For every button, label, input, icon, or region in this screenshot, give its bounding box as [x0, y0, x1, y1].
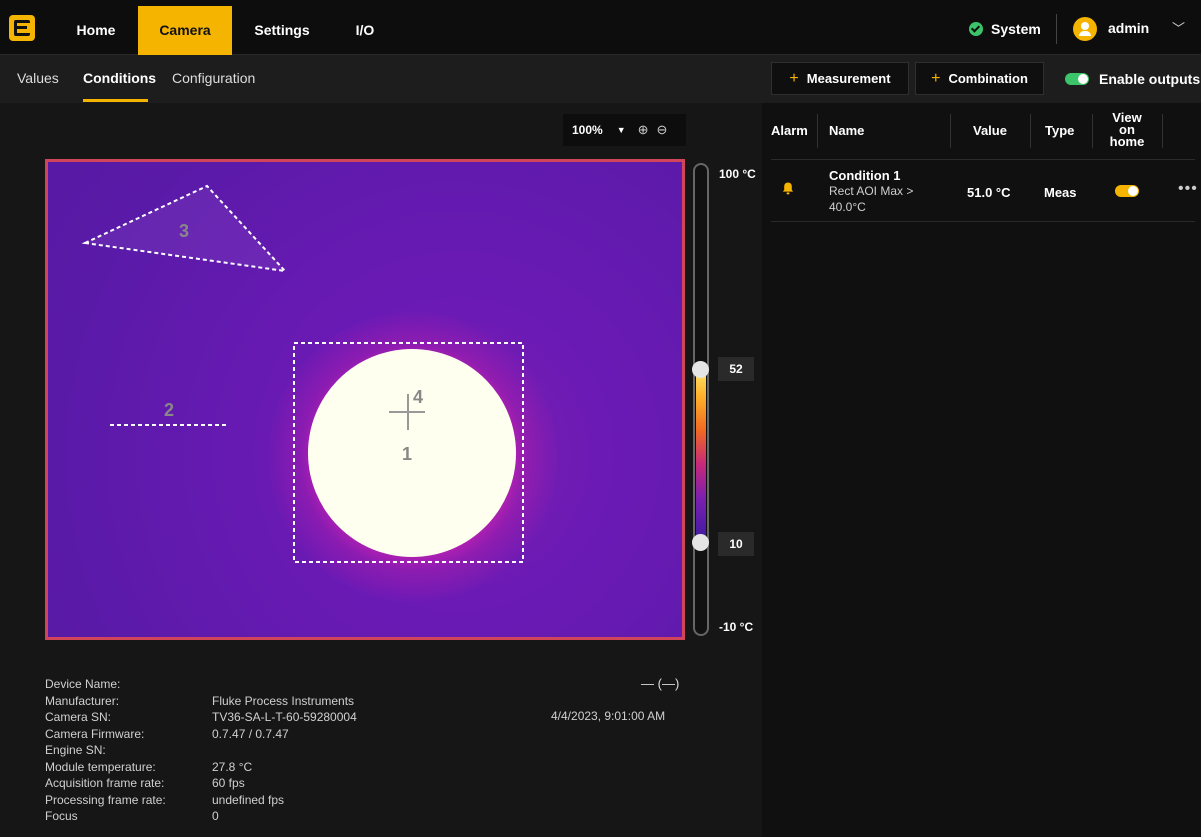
- zoom-level[interactable]: 100%: [572, 123, 603, 137]
- more-options-icon[interactable]: •••: [1178, 180, 1198, 198]
- user-avatar-icon[interactable]: [1073, 17, 1097, 41]
- info-value: TV36-SA-L-T-60-59280004: [212, 710, 357, 724]
- timestamp: 4/4/2023, 9:01:00 AM: [551, 709, 666, 723]
- column-divider: [1092, 114, 1093, 148]
- divider: [1056, 14, 1057, 44]
- scale-min-label: -10 °C: [719, 620, 754, 634]
- plus-icon: +: [931, 69, 941, 87]
- info-label: Processing frame rate:: [45, 792, 166, 807]
- crosshair-icon-h: [389, 411, 425, 413]
- conditions-panel: [762, 103, 1201, 837]
- column-header-view-on-home[interactable]: View on home: [1107, 111, 1147, 148]
- info-value: [212, 742, 357, 759]
- caret-down-icon[interactable]: ▼: [617, 125, 626, 135]
- condition-name[interactable]: Condition 1: [829, 168, 901, 183]
- device-info-labels: Device Name: Manufacturer: Camera SN: Ca…: [45, 676, 166, 825]
- info-value: 60 fps: [212, 776, 245, 790]
- info-value: undefined fps: [212, 792, 285, 807]
- column-header-alarm[interactable]: Alarm: [771, 123, 808, 138]
- column-divider: [1162, 114, 1163, 148]
- tab-values[interactable]: Values: [17, 70, 59, 86]
- info-value: 27.8 °C: [212, 759, 253, 774]
- info-label: Manufacturer:: [45, 693, 120, 708]
- region-label-1: 1: [402, 444, 413, 464]
- region-overlays[interactable]: [45, 159, 685, 640]
- column-divider: [1030, 114, 1031, 148]
- info-value: Fluke Process Instruments: [212, 693, 355, 708]
- condition-value: 51.0 °C: [967, 185, 1011, 200]
- nav-tab-io[interactable]: I/O: [330, 6, 400, 55]
- condition-type: Meas: [1044, 185, 1077, 200]
- info-label: Engine SN:: [45, 743, 106, 757]
- bell-icon: [782, 182, 794, 195]
- header-divider: [771, 159, 1195, 160]
- info-label: Camera Firmware:: [45, 726, 145, 741]
- column-divider: [950, 114, 951, 148]
- top-navigation: Home Camera Settings I/O System admin ﹀: [0, 0, 1201, 55]
- info-label: Acquisition frame rate:: [45, 776, 165, 790]
- column-header-name[interactable]: Name: [829, 123, 864, 138]
- thermal-image[interactable]: 1 2 3 4: [45, 159, 685, 640]
- add-measurement-label: Measurement: [806, 71, 891, 86]
- check-circle-icon: [969, 22, 983, 36]
- info-label: Module temperature:: [45, 759, 156, 774]
- zoom-control[interactable]: 100% ▼ ⊕ ⊖: [563, 114, 686, 146]
- nav-tab-settings[interactable]: Settings: [242, 6, 322, 55]
- info-value: 0: [212, 809, 219, 823]
- region-label-4: 4: [413, 387, 424, 407]
- zoom-in-icon[interactable]: ⊕: [638, 122, 649, 138]
- range-low-value[interactable]: 10: [718, 532, 754, 556]
- app-logo-icon[interactable]: [9, 15, 35, 41]
- condition-description: Rect AOI Max > 40.0°C: [829, 184, 914, 214]
- view-on-home-toggle[interactable]: [1115, 185, 1139, 197]
- info-label: Camera SN:: [45, 710, 112, 724]
- measurement-readout: — (—): [641, 676, 680, 691]
- add-measurement-button[interactable]: + Measurement: [771, 62, 909, 95]
- range-high-value[interactable]: 52: [718, 357, 754, 381]
- color-palette-bar: [696, 370, 706, 542]
- row-divider: [771, 221, 1195, 222]
- info-label: Focus: [45, 809, 78, 823]
- plus-icon: +: [789, 69, 799, 87]
- region-label-2: 2: [164, 400, 175, 420]
- add-combination-label: Combination: [948, 71, 1028, 86]
- column-divider: [817, 114, 818, 148]
- enable-outputs-toggle[interactable]: [1065, 73, 1089, 85]
- enable-outputs-label: Enable outputs: [1099, 71, 1201, 87]
- user-name[interactable]: admin: [1108, 20, 1149, 36]
- column-header-value[interactable]: Value: [973, 123, 1007, 138]
- system-status[interactable]: System: [969, 20, 1041, 38]
- nav-tab-camera[interactable]: Camera: [138, 6, 232, 55]
- system-status-label: System: [991, 21, 1041, 37]
- column-header-type[interactable]: Type: [1045, 123, 1074, 138]
- tab-conditions[interactable]: Conditions: [83, 70, 156, 86]
- add-combination-button[interactable]: + Combination: [915, 62, 1044, 95]
- region-label-3: 3: [179, 221, 190, 241]
- scale-max-label: 100 °C: [719, 167, 756, 181]
- info-value: 0.7.47 / 0.7.47: [212, 726, 289, 741]
- info-value: [212, 676, 357, 693]
- active-tab-indicator: [83, 99, 148, 102]
- range-high-handle[interactable]: [692, 361, 709, 378]
- nav-tab-home[interactable]: Home: [56, 6, 136, 55]
- chevron-down-icon[interactable]: ﹀: [1172, 18, 1185, 37]
- device-info-values: Fluke Process Instruments TV36-SA-L-T-60…: [212, 676, 357, 825]
- range-low-handle[interactable]: [692, 534, 709, 551]
- tab-configuration[interactable]: Configuration: [172, 70, 255, 86]
- zoom-out-icon[interactable]: ⊖: [657, 122, 668, 138]
- info-label: Device Name:: [45, 677, 121, 691]
